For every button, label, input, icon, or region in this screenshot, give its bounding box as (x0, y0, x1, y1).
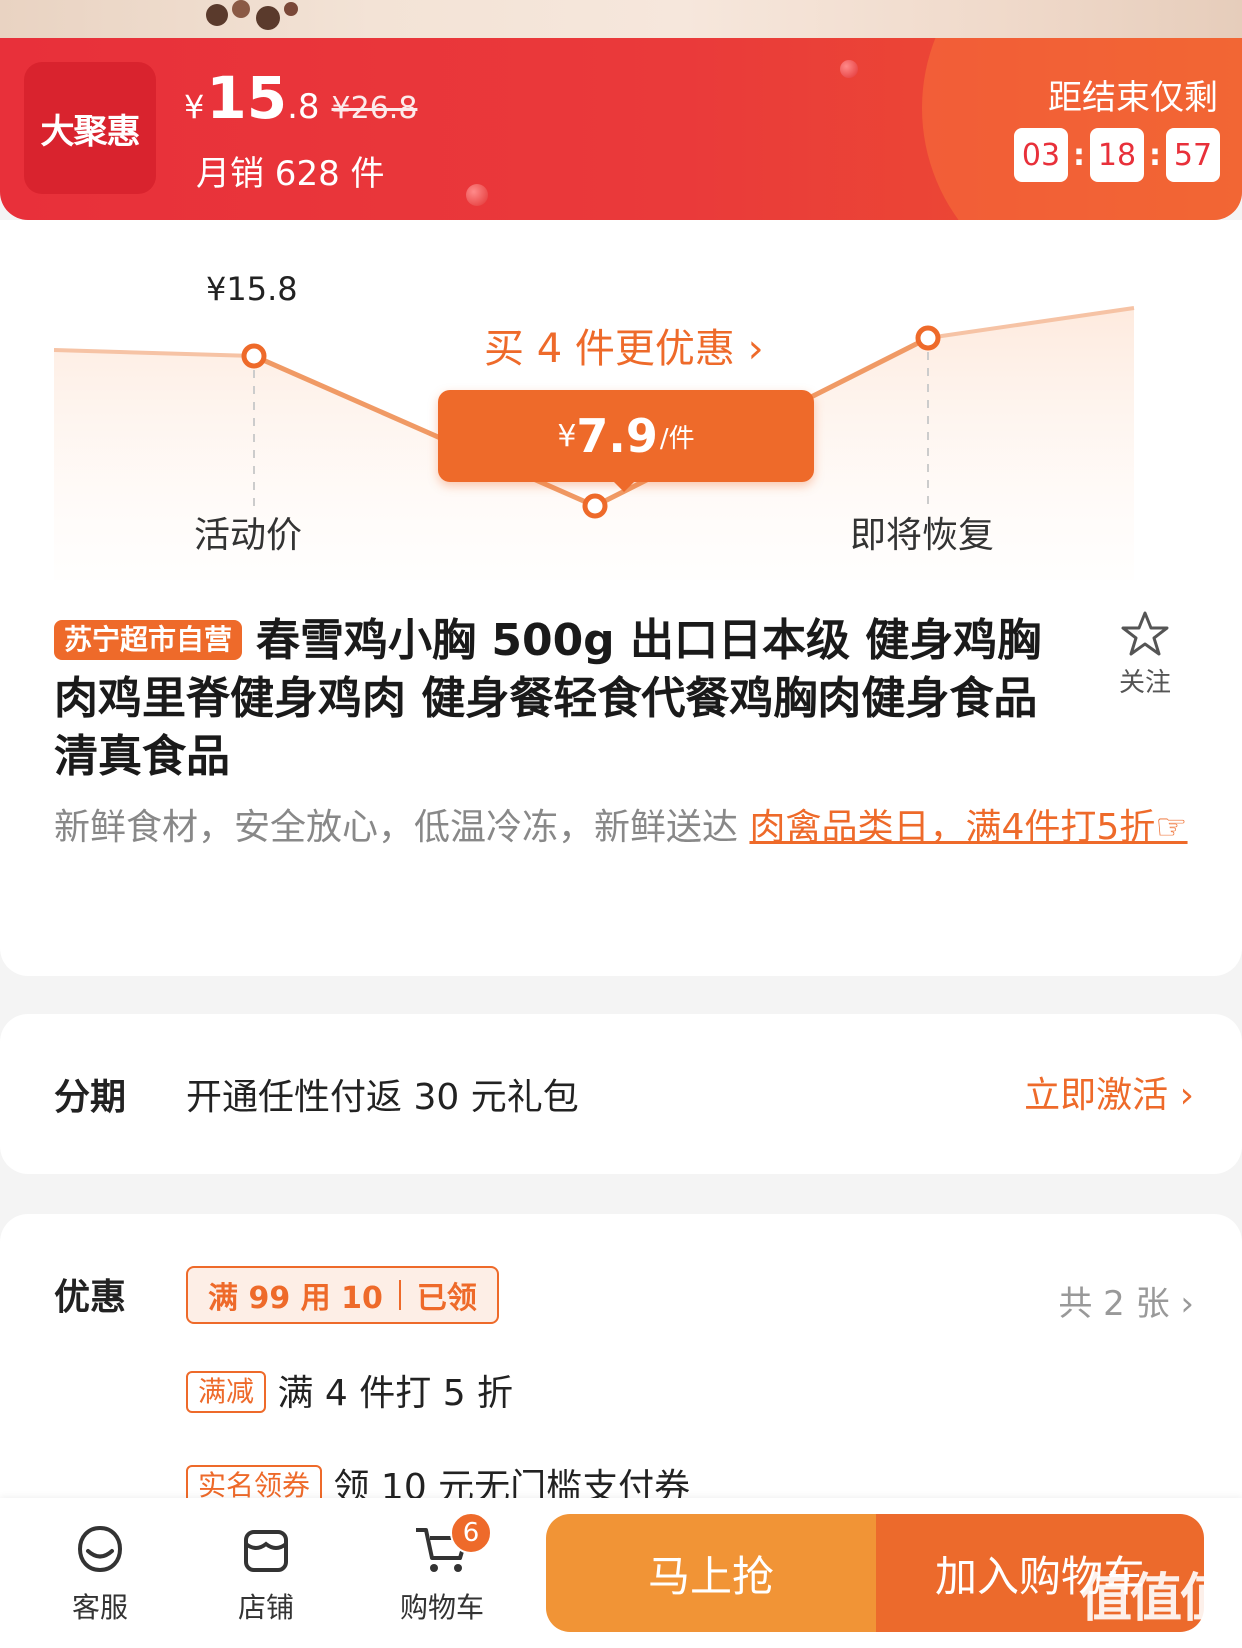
countdown-label: 距结束仅剩 (1048, 78, 1218, 118)
activity-price-label: 活动价 (194, 515, 303, 556)
countdown-seconds: 57 (1166, 128, 1220, 182)
price-trend-chart: ¥15.8 买 4 件更优惠 › ¥ 7.9 /件 活动价 即将恢复 (54, 260, 1188, 580)
installment-row[interactable]: 分期 开通任性付返 30 元礼包 立即激活 › (0, 1014, 1242, 1174)
installment-text: 开通任性付返 30 元礼包 (186, 1077, 579, 1118)
activate-button[interactable]: 立即激活 › (1024, 1066, 1194, 1118)
product-info-card: ¥15.8 买 4 件更优惠 › ¥ 7.9 /件 活动价 即将恢复 苏宁超市自… (0, 220, 1242, 976)
nav-cart[interactable]: 6 购物车 (372, 1512, 512, 1626)
chevron-right-icon: › (1180, 1284, 1194, 1324)
nav-customer-service[interactable]: 客服 (30, 1522, 170, 1626)
promo-banner: 大聚惠 ¥ 15 .8 ¥26.8 月销 628 件 距结束仅剩 03 : 18… (0, 38, 1242, 220)
chevron-right-icon: › (747, 326, 764, 372)
activity-price-value: ¥15.8 (206, 270, 298, 308)
shop-icon (244, 1530, 288, 1572)
buy-now-button[interactable]: 马上抢 (546, 1514, 876, 1632)
coupon-label: 优惠 (54, 1277, 127, 1318)
point-restore-price (915, 325, 941, 351)
coupon-count[interactable]: 共 2 张 › (1058, 1276, 1194, 1325)
product-title: 苏宁超市自营 春雪鸡小胸 500g 出口日本级 健身鸡胸肉鸡里脊健身鸡肉 健身餐轻… (54, 615, 1042, 782)
countdown-timer: 03 : 18 : 57 (1014, 128, 1220, 182)
product-subtitle: 新鲜食材，安全放心，低温冷冻，新鲜送达 肉禽品类日，满4件打5折☞ (54, 807, 1188, 848)
brand-logo: 大聚惠 (24, 62, 156, 194)
product-page: 大聚惠 ¥ 15 .8 ¥26.8 月销 628 件 距结束仅剩 03 : 18… (0, 0, 1242, 1648)
point-activity-price (241, 343, 267, 369)
buy-4-cta[interactable]: 买 4 件更优惠 › (484, 316, 764, 374)
coupon-chip[interactable]: 满 99 用 10 已领 (186, 1266, 499, 1324)
countdown-minutes: 18 (1090, 128, 1144, 182)
restore-price-label: 即将恢复 (850, 515, 995, 556)
cart-count-badge: 6 (450, 1512, 492, 1554)
bottom-action-bar: 客服 店铺 6 购物车 马上抢 加入购物车 (0, 1498, 1242, 1648)
point-bulk-price (582, 493, 608, 519)
monthly-sales: 月销 628 件 (196, 154, 385, 194)
original-price: ¥26.8 (331, 91, 418, 126)
countdown-hours: 03 (1014, 128, 1068, 182)
nav-shop[interactable]: 店铺 (196, 1522, 336, 1626)
self-operated-badge: 苏宁超市自营 (54, 620, 243, 660)
follow-button[interactable]: 关注 (1110, 610, 1180, 699)
category-day-link[interactable]: 肉禽品类日，满4件打5折☞ (749, 807, 1187, 848)
promo-price: ¥ 15 .8 ¥26.8 (184, 64, 418, 132)
chevron-right-icon: › (1179, 1075, 1194, 1116)
installment-label: 分期 (54, 1077, 127, 1118)
discount-row[interactable]: 满减 满 4 件打 5 折 (186, 1364, 513, 1416)
bulk-price-bubble: ¥ 7.9 /件 (438, 390, 814, 482)
customer-service-icon (77, 1525, 123, 1573)
star-icon (1121, 611, 1169, 656)
watermark: 值值值 zhizhizhi.com (1079, 1569, 1232, 1648)
